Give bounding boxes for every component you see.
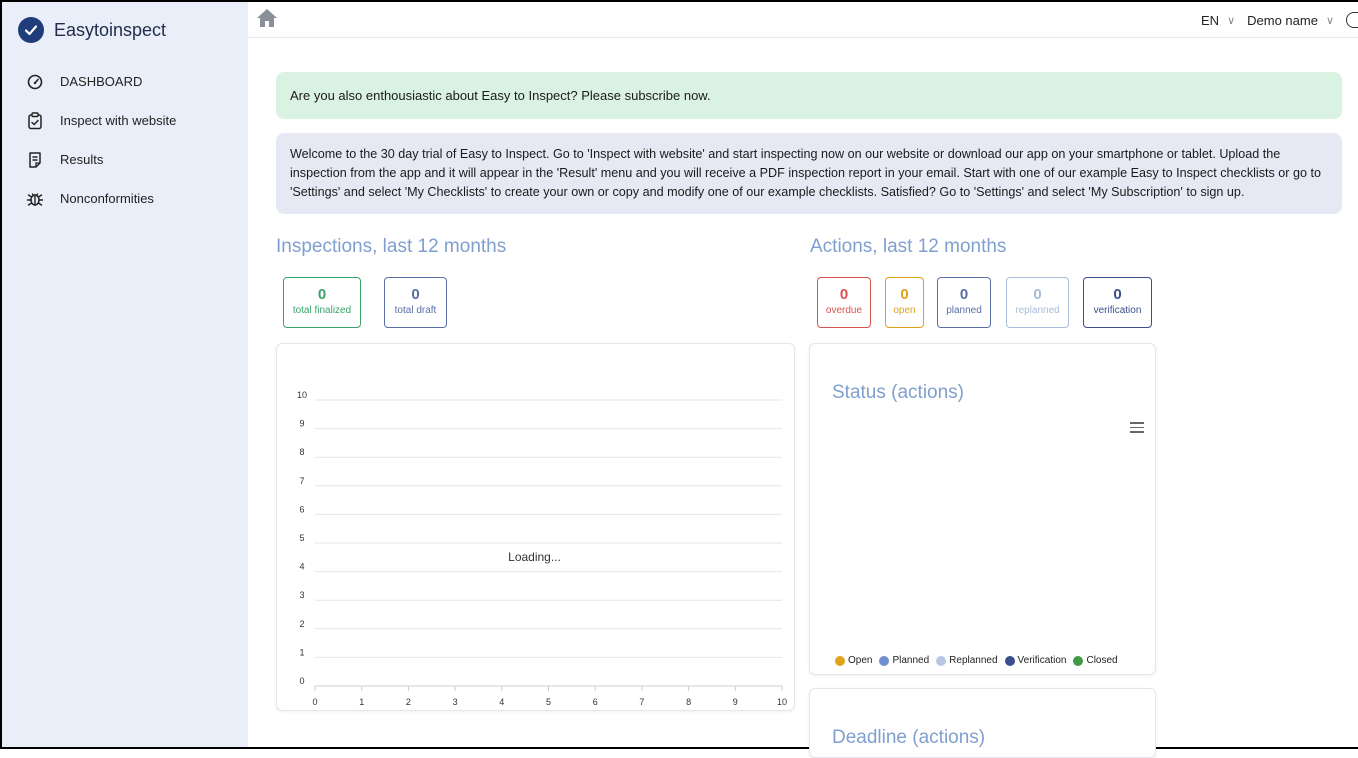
sidebar-item-label: Results [60, 152, 104, 167]
y-tick-label: 6 [299, 504, 304, 514]
app-name: Easytoinspect [54, 19, 167, 40]
legend-marker [835, 655, 845, 666]
y-tick-label: 10 [297, 390, 307, 400]
sidebar-item-nonconformities[interactable]: Nonconformities [2, 179, 248, 218]
gauge-icon [26, 73, 44, 91]
x-tick-label: 8 [686, 697, 691, 707]
y-tick-label: 3 [299, 590, 304, 600]
welcome-alert: Welcome to the 30 day trial of Easy to I… [276, 133, 1342, 214]
legend-label: Planned [892, 655, 930, 666]
legend-marker [1004, 655, 1015, 666]
sidebar-item-results[interactable]: Results [2, 140, 248, 179]
deadline-actions-card: Deadline (actions) [809, 688, 1156, 758]
legend-label: Closed [1086, 655, 1118, 666]
status-actions-card: Status (actions) Open Planned Replanned Ver… [809, 343, 1156, 675]
x-tick-label: 0 [312, 697, 317, 707]
check-circle-icon [18, 17, 44, 43]
dashboard-main: Are you also enthousiastic about Easy to… [248, 38, 1358, 758]
sidebar-item-dashboard[interactable]: DASHBOARD [2, 62, 248, 101]
legend-marker [879, 655, 890, 666]
x-tick-label: 5 [546, 697, 551, 707]
sidebar-item-label: Nonconformities [60, 191, 154, 206]
y-tick-label: 5 [299, 533, 304, 543]
stat-label: overdue [825, 305, 863, 316]
legend-item-replanned[interactable]: Replanned [936, 655, 998, 666]
legend-item-planned[interactable]: Planned [879, 655, 929, 666]
stat-total-finalized[interactable]: 0 total finalized [283, 277, 361, 328]
inspections-chart-card: 0 1 2 3 4 5 6 7 8 9 10 0 1 2 3 4 5 6 7 8 9 10 Loading... [276, 343, 795, 711]
legend-item-open[interactable]: Open [835, 655, 872, 666]
stat-label: total draft [394, 305, 437, 316]
x-tick-label: 9 [733, 697, 738, 707]
legend-label: Replanned [949, 655, 998, 666]
inspections-title: Inspections, last 12 months [276, 236, 507, 257]
chart-menu-icon[interactable] [1130, 422, 1144, 433]
deadline-actions-title: Deadline (actions) [832, 727, 986, 748]
brand[interactable]: Easytoinspect [2, 2, 248, 58]
legend-item-closed[interactable]: Closed [1073, 655, 1118, 666]
legend-label: Open [848, 655, 873, 666]
topbar: EN ∨ Demo name ∨ [248, 2, 1358, 38]
bug-icon [26, 190, 44, 208]
topbar-right: EN ∨ Demo name ∨ [1201, 2, 1358, 38]
inspections-chart: 0 1 2 3 4 5 6 7 8 9 10 0 1 2 3 4 5 6 7 8 9 10 Loading... [297, 390, 787, 707]
y-tick-label: 0 [299, 676, 304, 686]
x-tick-label: 1 [359, 697, 364, 707]
y-tick-label: 8 [299, 447, 304, 457]
sidebar: Easytoinspect DASHBOARD Inspect with web… [2, 2, 248, 747]
user-name: Demo name [1247, 12, 1318, 28]
chevron-down-icon: ∨ [1227, 14, 1236, 27]
loading-text: Loading... [508, 550, 561, 564]
stat-open[interactable]: 0 open [885, 277, 924, 328]
y-tick-label: 4 [299, 562, 304, 572]
sidebar-nav: DASHBOARD Inspect with website Results N… [2, 62, 248, 218]
stat-label: replanned [1015, 305, 1060, 316]
stat-overdue[interactable]: 0 overdue [817, 277, 871, 328]
stat-value: 0 [317, 286, 327, 303]
stat-value: 0 [411, 286, 420, 303]
document-list-icon [26, 151, 44, 169]
stat-label: planned [946, 305, 982, 316]
y-tick-label: 9 [299, 419, 304, 429]
language-label: EN [1201, 12, 1220, 28]
stat-value: 0 [900, 286, 909, 303]
sidebar-item-inspect-with-website[interactable]: Inspect with website [2, 101, 248, 140]
y-tick-label: 1 [299, 647, 304, 657]
stat-value: 0 [839, 286, 849, 303]
legend-marker [1073, 655, 1084, 666]
stat-replanned[interactable]: 0 replanned [1006, 277, 1069, 328]
x-tick-label: 3 [453, 697, 458, 707]
clipboard-check-icon [26, 111, 44, 130]
user-menu[interactable]: Demo name ∨ [1247, 13, 1334, 28]
y-tick-label: 2 [299, 619, 304, 629]
subscribe-alert: Are you also enthousiastic about Easy to… [276, 72, 1342, 119]
legend-item-verification[interactable]: Verification [1004, 655, 1067, 666]
home-icon[interactable] [256, 8, 278, 30]
x-tick-label: 2 [406, 697, 411, 707]
actions-title: Actions, last 12 months [810, 236, 1007, 257]
legend-marker [936, 655, 947, 666]
stat-verification[interactable]: 0 verification [1083, 277, 1152, 328]
chevron-down-icon: ∨ [1325, 14, 1334, 27]
status-legend: Open Planned Replanned Verification Closed [835, 655, 1125, 666]
status-actions-title: Status (actions) [832, 382, 964, 403]
stat-value: 0 [1113, 286, 1122, 303]
stat-planned[interactable]: 0 planned [937, 277, 991, 328]
x-tick-label: 7 [639, 697, 644, 707]
stat-label: verification [1093, 305, 1142, 316]
stat-value: 0 [1033, 286, 1042, 303]
settings-icon[interactable] [1346, 12, 1358, 28]
x-tick-label: 6 [593, 697, 598, 707]
y-tick-label: 7 [299, 476, 304, 486]
sidebar-item-label: DASHBOARD [60, 74, 143, 89]
stat-label: open [893, 305, 916, 316]
stat-total-draft[interactable]: 0 total draft [384, 277, 447, 328]
x-tick-label: 10 [777, 697, 787, 707]
x-tick-label: 4 [499, 697, 504, 707]
stat-value: 0 [959, 286, 969, 303]
stat-label: total finalized [292, 305, 352, 316]
legend-label: Verification [1017, 655, 1067, 666]
language-selector[interactable]: EN ∨ [1201, 13, 1235, 28]
sidebar-item-label: Inspect with website [60, 113, 177, 128]
